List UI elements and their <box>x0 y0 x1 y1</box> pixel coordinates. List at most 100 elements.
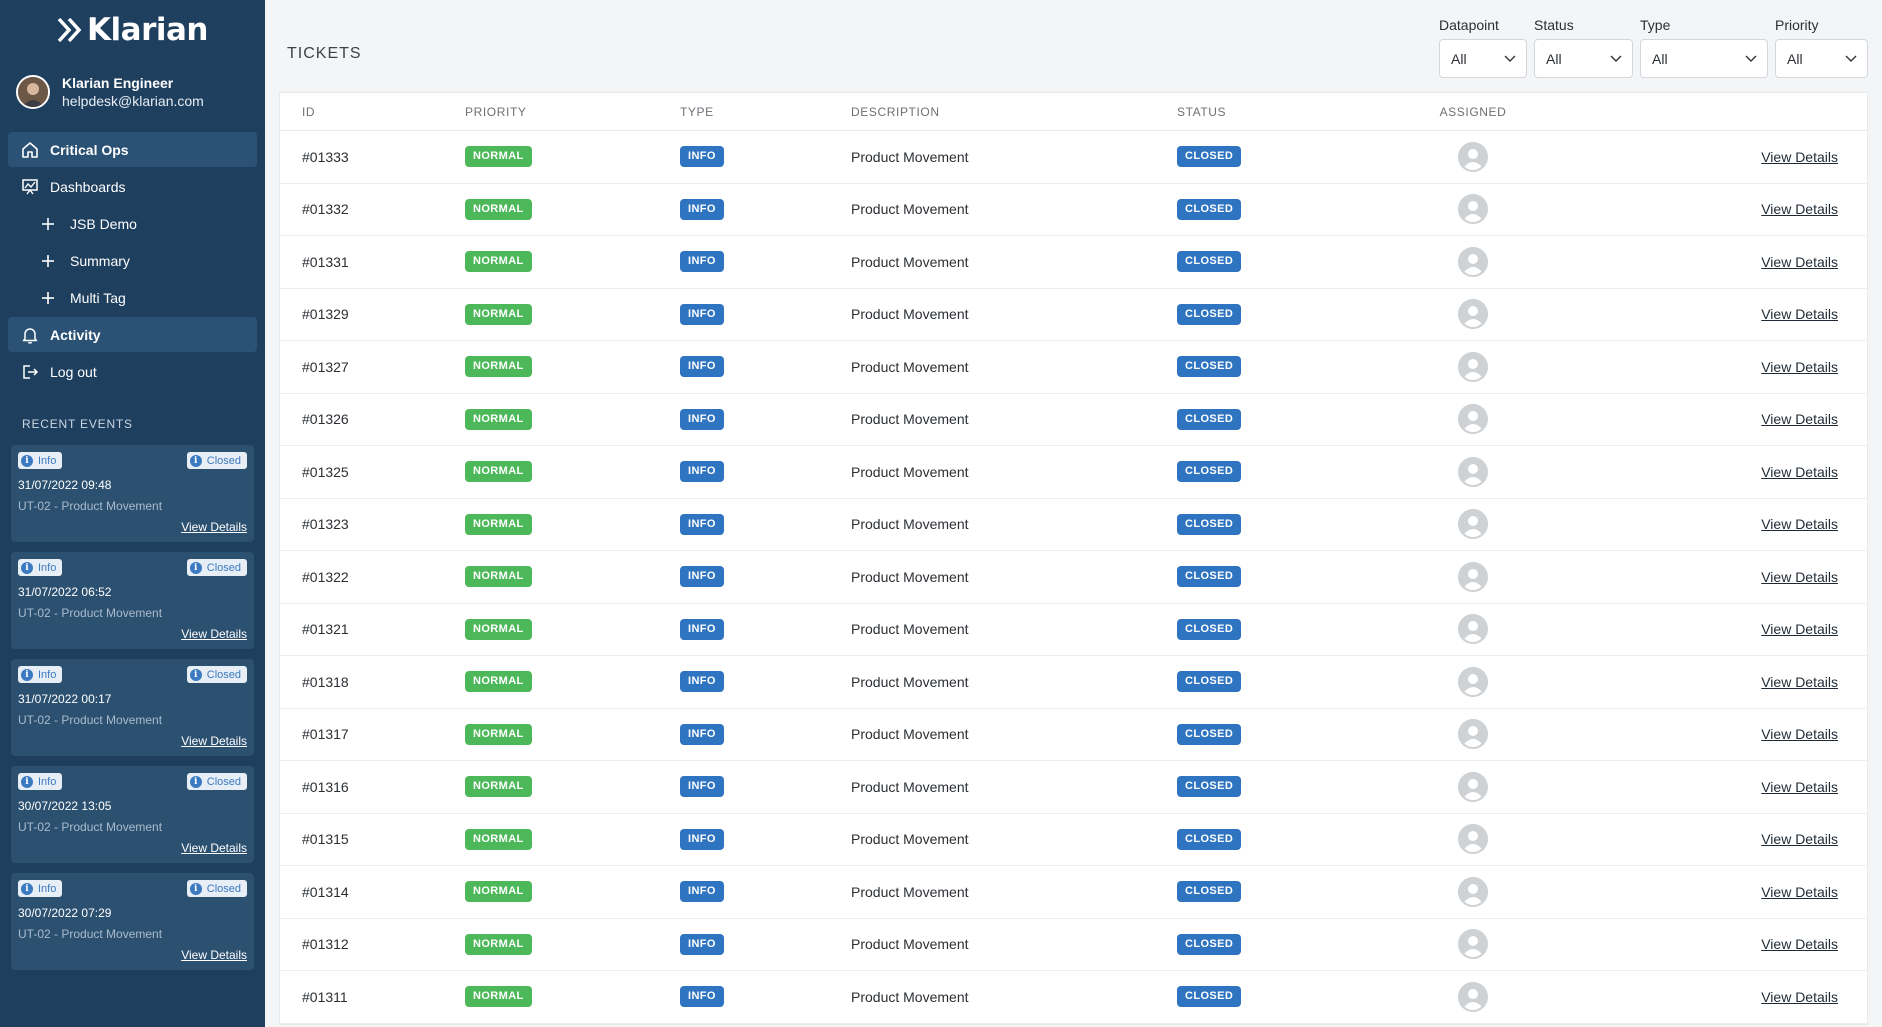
assignee-avatar-icon[interactable] <box>1458 141 1488 172</box>
view-details-link[interactable]: View Details <box>1761 306 1838 322</box>
datapoint-select[interactable]: All <box>1439 39 1527 78</box>
chevron-down-icon <box>1745 55 1757 62</box>
assignee-avatar-icon[interactable] <box>1458 876 1488 907</box>
view-details-link[interactable]: View Details <box>1761 936 1838 952</box>
type-cell: INFO <box>680 881 851 903</box>
assignee-avatar-icon[interactable] <box>1458 351 1488 382</box>
assigned-cell <box>1438 824 1508 855</box>
event-status-label: Closed <box>206 561 241 574</box>
nav-summary[interactable]: Summary <box>8 243 257 278</box>
plus-icon <box>38 251 58 271</box>
event-status-badge: i Closed <box>186 880 247 897</box>
type-cell: INFO <box>680 828 851 850</box>
assignee-avatar-icon[interactable] <box>1458 246 1488 277</box>
assigned-cell <box>1438 719 1508 750</box>
klarian-logo[interactable]: Klarian <box>0 0 265 58</box>
priority-badge: NORMAL <box>465 671 532 693</box>
event-view-details-link[interactable]: View Details <box>181 841 247 855</box>
assigned-cell <box>1438 351 1508 382</box>
priority-cell: NORMAL <box>465 303 680 325</box>
assignee-avatar-icon[interactable] <box>1458 929 1488 960</box>
view-details-link[interactable]: View Details <box>1761 779 1838 795</box>
type-select[interactable]: All <box>1640 39 1768 78</box>
actions-cell: View Details <box>1508 464 1867 480</box>
assignee-avatar-icon[interactable] <box>1458 299 1488 330</box>
assignee-avatar-icon[interactable] <box>1458 824 1488 855</box>
view-details-link[interactable]: View Details <box>1761 516 1838 532</box>
assignee-avatar-icon[interactable] <box>1458 614 1488 645</box>
event-view-details-link[interactable]: View Details <box>181 948 247 962</box>
actions-cell: View Details <box>1508 516 1867 532</box>
view-details-link[interactable]: View Details <box>1761 359 1838 375</box>
status-cell: CLOSED <box>1177 198 1438 220</box>
assigned-cell <box>1438 141 1508 172</box>
ticket-id: #01321 <box>302 621 349 638</box>
table-row: #01329 NORMAL INFO Product Movement CLOSED Vi… <box>280 289 1867 341</box>
nav-log-out[interactable]: Log out <box>8 354 257 389</box>
view-details-link[interactable]: View Details <box>1761 201 1838 217</box>
actions-cell: View Details <box>1508 674 1867 690</box>
event-view-details-link[interactable]: View Details <box>181 627 247 641</box>
chevron-down-icon <box>1504 55 1516 62</box>
assignee-avatar-icon[interactable] <box>1458 194 1488 225</box>
assignee-avatar-icon[interactable] <box>1458 456 1488 487</box>
view-details-link[interactable]: View Details <box>1761 884 1838 900</box>
table-row: #01316 NORMAL INFO Product Movement CLOSED Vi… <box>280 761 1867 814</box>
actions-cell: View Details <box>1508 149 1867 165</box>
info-icon: i <box>189 668 202 681</box>
event-type-badge: i Info <box>18 880 63 897</box>
nav-jsb-demo[interactable]: JSB Demo <box>8 206 257 241</box>
assignee-avatar-icon[interactable] <box>1458 719 1488 750</box>
event-status-label: Closed <box>206 882 241 895</box>
view-details-link[interactable]: View Details <box>1761 411 1838 427</box>
priority-cell: NORMAL <box>465 461 680 483</box>
view-details-link[interactable]: View Details <box>1761 254 1838 270</box>
assignee-avatar-icon[interactable] <box>1458 771 1488 802</box>
type-badge: INFO <box>680 986 724 1008</box>
priority-badge: NORMAL <box>465 356 532 378</box>
table-row: #01323 NORMAL INFO Product Movement CLOSED Vi… <box>280 499 1867 551</box>
status-select[interactable]: All <box>1534 39 1633 78</box>
assignee-avatar-icon[interactable] <box>1458 561 1488 592</box>
assignee-avatar-icon[interactable] <box>1458 666 1488 697</box>
column-header-priority: PRIORITY <box>465 104 527 119</box>
nav-activity[interactable]: Activity <box>8 317 257 352</box>
status-cell: CLOSED <box>1177 566 1438 588</box>
actions-cell: View Details <box>1508 726 1867 742</box>
table-row: #01312 NORMAL INFO Product Movement CLOSED Vi… <box>280 919 1867 971</box>
view-details-link[interactable]: View Details <box>1761 569 1838 585</box>
sidebar: Klarian Klarian Engineer helpdesk@klaria… <box>0 0 265 1027</box>
ticket-description: Product Movement <box>851 463 969 480</box>
view-details-link[interactable]: View Details <box>1761 149 1838 165</box>
assignee-avatar-icon[interactable] <box>1458 404 1488 435</box>
nav-critical-ops[interactable]: Critical Ops <box>8 132 257 167</box>
type-badge: INFO <box>680 356 724 378</box>
view-details-link[interactable]: View Details <box>1761 674 1838 690</box>
actions-cell: View Details <box>1508 831 1867 847</box>
actions-cell: View Details <box>1508 779 1867 795</box>
assignee-avatar-icon[interactable] <box>1458 981 1488 1012</box>
status-cell: CLOSED <box>1177 461 1438 483</box>
view-details-link[interactable]: View Details <box>1761 726 1838 742</box>
nav-multi-tag[interactable]: Multi Tag <box>8 280 257 315</box>
view-details-link[interactable]: View Details <box>1761 464 1838 480</box>
view-details-link[interactable]: View Details <box>1761 989 1838 1005</box>
priority-badge: NORMAL <box>465 986 532 1008</box>
priority-badge: NORMAL <box>465 881 532 903</box>
view-details-link[interactable]: View Details <box>1761 831 1838 847</box>
type-cell: INFO <box>680 251 851 273</box>
priority-badge: NORMAL <box>465 146 532 168</box>
filter-label: Datapoint <box>1439 17 1499 33</box>
ticket-id: #01314 <box>302 883 349 900</box>
priority-badge: NORMAL <box>465 303 532 325</box>
assignee-avatar-icon[interactable] <box>1458 509 1488 540</box>
status-cell: CLOSED <box>1177 303 1438 325</box>
nav-dashboards[interactable]: Dashboards <box>8 169 257 204</box>
user-email: helpdesk@klarian.com <box>62 93 204 109</box>
event-view-details-link[interactable]: View Details <box>181 734 247 748</box>
priority-select[interactable]: All <box>1775 39 1868 78</box>
event-view-details-link[interactable]: View Details <box>181 520 247 534</box>
assigned-cell <box>1438 929 1508 960</box>
status-cell: CLOSED <box>1177 618 1438 640</box>
view-details-link[interactable]: View Details <box>1761 621 1838 637</box>
